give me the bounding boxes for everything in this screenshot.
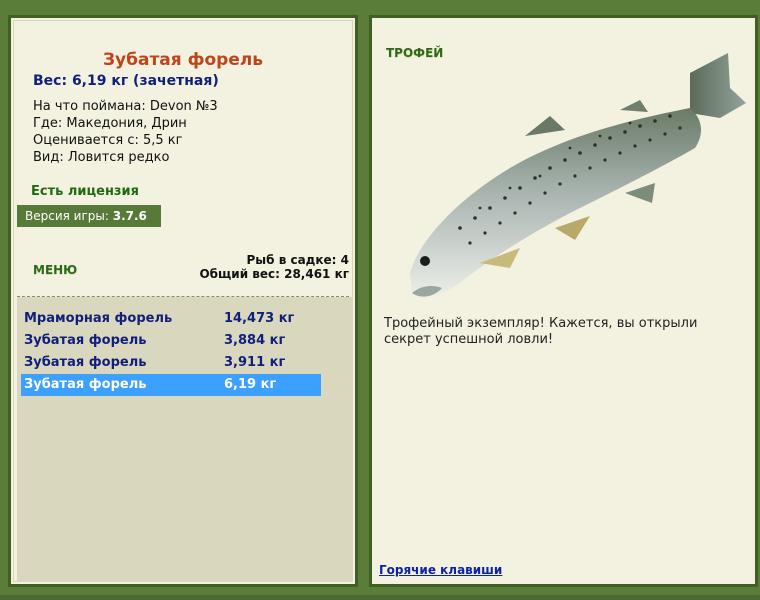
license-status: Есть лицензия: [31, 184, 139, 199]
hotkeys-link[interactable]: Горячие клавиши: [379, 563, 502, 577]
fish-weight: Вес: 6,19 кг (зачетная): [33, 73, 219, 89]
info-trophy-threshold: Оценивается с: 5,5 кг: [33, 133, 183, 148]
divider: [17, 296, 349, 297]
catch-row-weight: 3,884 кг: [224, 333, 286, 348]
catch-row-name: Зубатая форель: [24, 377, 147, 392]
catch-list: Мраморная форель 14,473 кг Зубатая форел…: [21, 308, 321, 396]
catch-row-weight: 3,911 кг: [224, 355, 286, 370]
catch-row-weight: 6,19 кг: [224, 377, 277, 392]
trophy-message: Трофейный экземпляр! Кажется, вы открыли…: [384, 316, 698, 347]
cage-total-weight: Общий вес: 28,461 кг: [199, 267, 349, 281]
game-version-bar: Версия игры: 3.7.6: [17, 205, 161, 227]
info-bait: На что поймана: Devon №3: [33, 99, 218, 114]
catch-row[interactable]: Мраморная форель 14,473 кг: [21, 308, 321, 330]
menu-button[interactable]: МЕНЮ: [33, 263, 77, 277]
trophy-panel: ТРОФЕЙ Трофейный экземпляр! Кажется, вы …: [369, 15, 758, 587]
catch-info-panel: Зубатая форель Вес: 6,19 кг (зачетная) Н…: [8, 15, 358, 587]
catch-row-name: Зубатая форель: [24, 333, 147, 348]
version-label: Версия игры:: [25, 209, 109, 223]
info-location: Где: Македония, Дрин: [33, 116, 187, 131]
catch-row-name: Зубатая форель: [24, 355, 147, 370]
catch-row[interactable]: Зубатая форель 3,884 кг: [21, 330, 321, 352]
trout-image: [410, 53, 746, 297]
catch-row-name: Мраморная форель: [24, 311, 173, 326]
bottom-strip: [0, 595, 760, 600]
catch-row-selected[interactable]: Зубатая форель 6,19 кг: [21, 374, 321, 396]
info-species-rarity: Вид: Ловится редко: [33, 150, 170, 165]
fish-title: Зубатая форель: [102, 50, 264, 70]
catch-row[interactable]: Зубатая форель 3,911 кг: [21, 352, 321, 374]
cage-count: Рыб в садке: 4: [246, 253, 350, 267]
catch-row-weight: 14,473 кг: [224, 311, 295, 326]
version-value: 3.7.6: [112, 209, 147, 223]
fish-info-list: На что поймана: Devon №3 Где: Македония,…: [33, 98, 218, 166]
cage-stats: Рыб в садке: 4 Общий вес: 28,461 кг: [199, 253, 349, 281]
